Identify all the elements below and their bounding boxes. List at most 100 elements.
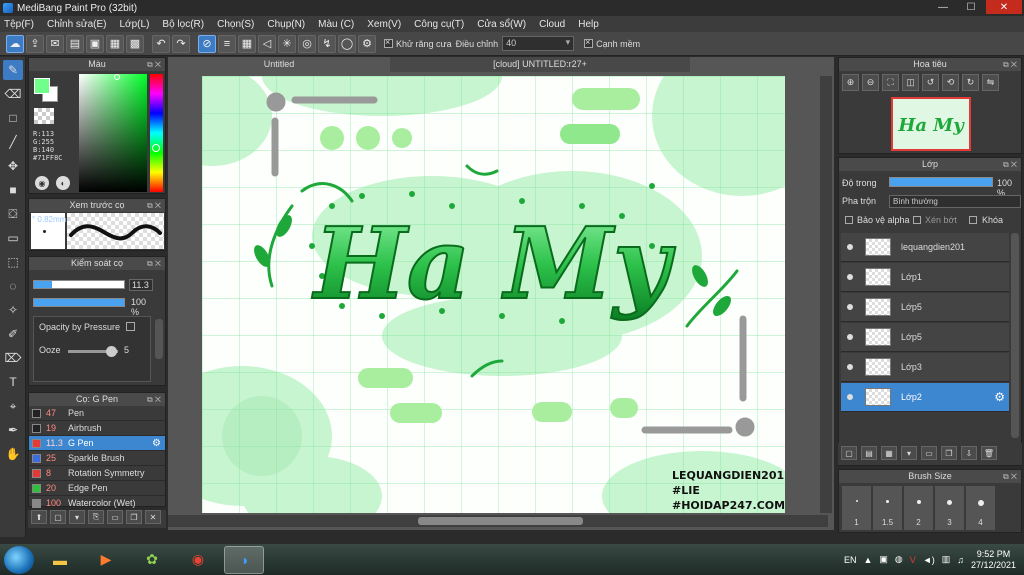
layer-row[interactable]: lequangdien201 [841, 233, 1009, 262]
divide-tool-icon[interactable]: ⌖ [3, 396, 23, 416]
opacity-pressure-checkbox[interactable] [126, 322, 135, 331]
redo-icon[interactable]: ↷ [172, 34, 190, 53]
network-icon[interactable]: ◍ [895, 554, 903, 565]
hue-slider[interactable] [150, 74, 163, 192]
layer-row[interactable]: Lớp3 [841, 353, 1009, 382]
chat-icon[interactable]: ✉ [46, 34, 64, 53]
zoom-in-icon[interactable]: ⊕ [842, 74, 859, 91]
lock-checkbox[interactable] [969, 216, 977, 224]
select-eraser-icon[interactable]: ⌦ [3, 348, 23, 368]
ooze-slider-knob[interactable] [106, 346, 117, 357]
menu-filter[interactable]: Bộ lọc(R) [162, 19, 204, 30]
shape-tool-icon[interactable]: ■ [3, 180, 23, 200]
menu-view[interactable]: Xem(V) [367, 19, 401, 30]
tab-untitled[interactable]: Untitled [168, 57, 390, 72]
layer-delete-icon[interactable]: 🗑 [981, 446, 997, 460]
undo-icon[interactable]: ↶ [152, 34, 170, 53]
brush-size-value[interactable]: 11.3 [129, 278, 153, 291]
brush-tool-icon[interactable]: ✎ [3, 60, 23, 80]
eraser-tool-icon[interactable]: ⌫ [3, 84, 23, 104]
network-status-icon[interactable]: ▥ [942, 554, 951, 565]
saturation-value-picker[interactable] [79, 74, 147, 192]
brush-size-cell[interactable]: 3 [935, 486, 964, 530]
antialias-checkbox[interactable] [384, 37, 393, 48]
layer-scrollbar[interactable] [1011, 233, 1019, 438]
page-list-icon[interactable]: ▦ [106, 34, 124, 53]
fill-tool-icon[interactable]: ⛋ [3, 204, 23, 224]
brush-list-item[interactable]: 25 Sparkle Brush [29, 451, 165, 466]
language-indicator[interactable]: EN [844, 555, 857, 565]
brush-list-item[interactable]: 47 Pen [29, 406, 165, 421]
brush-list-item[interactable]: 19 Airbrush [29, 421, 165, 436]
menu-file[interactable]: Tệp(F) [4, 19, 34, 30]
layer-row[interactable]: Lớp2 ⚙ [841, 383, 1009, 412]
menu-help[interactable]: Help [578, 19, 599, 30]
tray-v-icon[interactable]: V [910, 555, 916, 565]
fit-window-icon[interactable]: ⛶ [882, 74, 899, 91]
brush-menu-icon[interactable]: ▾ [69, 510, 85, 524]
layer-merge-icon[interactable]: ⇩ [961, 446, 977, 460]
palette-icon[interactable]: ◉ [35, 176, 49, 190]
snap-radial-icon[interactable]: ✳ [278, 34, 296, 53]
volume-icon[interactable]: ◄) [923, 555, 935, 565]
brush-list-item[interactable]: 20 Edge Pen [29, 481, 165, 496]
menu-layer[interactable]: Lớp(L) [120, 19, 150, 30]
new-halftone-layer-icon[interactable]: ▤ [861, 446, 877, 460]
brush-add-icon[interactable]: ⬆ [31, 510, 47, 524]
rotate-reset-icon[interactable]: ⟲ [942, 74, 959, 91]
canvas-horizontal-scrollbar[interactable] [168, 515, 828, 527]
rotate-left-icon[interactable]: ↺ [922, 74, 939, 91]
brush-size-cell[interactable]: 1 [842, 486, 871, 530]
start-button[interactable] [4, 545, 34, 574]
rotate-right-icon[interactable]: ↻ [962, 74, 979, 91]
gear-icon[interactable]: ⚙ [152, 438, 161, 449]
gear-icon[interactable]: ⚙ [994, 390, 1005, 404]
gradient-tool-icon[interactable]: ▭ [3, 228, 23, 248]
brush-opacity-slider[interactable] [33, 298, 125, 307]
brush-duplicate-icon[interactable]: ❐ [126, 510, 142, 524]
brush-size-cell[interactable]: 1.5 [873, 486, 902, 530]
visibility-eye-icon[interactable] [847, 244, 853, 250]
upload-icon[interactable]: ⇪ [26, 34, 44, 53]
line-tool-icon[interactable]: ╱ [3, 132, 23, 152]
magic-wand-icon[interactable]: ✧ [3, 300, 23, 320]
brush-list-item[interactable]: 100 Watercolor (Wet) [29, 496, 165, 511]
brush-size-cell[interactable]: 2 [904, 486, 933, 530]
menu-cloud[interactable]: Cloud [539, 19, 565, 30]
menu-select[interactable]: Chọn(S) [217, 19, 254, 30]
visibility-eye-icon[interactable] [847, 394, 853, 400]
tab-cloud-untitled[interactable]: [cloud] UNTITLED:r27+ [390, 57, 690, 72]
menu-window[interactable]: Cửa sổ(W) [477, 19, 526, 30]
color-history-icon[interactable]: ◐ [56, 176, 70, 190]
brush-size-cell[interactable]: 4 [966, 486, 995, 530]
snap-ellipse-icon[interactable]: ◯ [338, 34, 356, 53]
flip-icon[interactable]: ⇋ [982, 74, 999, 91]
tray-app-icon[interactable]: ▣ [879, 554, 888, 565]
new-8bit-layer-icon[interactable]: ▦ [881, 446, 897, 460]
select-tool-icon[interactable]: ⬚ [3, 252, 23, 272]
medibang-taskbar-icon[interactable]: ◑ [224, 545, 264, 574]
layer-row[interactable]: Lớp5 [841, 293, 1009, 322]
layer-menu-icon[interactable]: ▾ [901, 446, 917, 460]
cloud-icon[interactable]: ☁ [6, 34, 24, 53]
snap-cross-icon[interactable]: ▦ [238, 34, 256, 53]
snap-settings-icon[interactable]: ⚙ [358, 34, 376, 53]
app-green-icon[interactable]: ✿ [132, 546, 172, 574]
brush-delete-icon[interactable]: ✕ [145, 510, 161, 524]
visibility-eye-icon[interactable] [847, 304, 853, 310]
new-layer-icon[interactable]: ▢ [841, 446, 857, 460]
move-tool-icon[interactable]: ✥ [3, 156, 23, 176]
brush-list-item[interactable]: 11.3 G Pen ⚙ [29, 436, 165, 451]
transparent-swatch[interactable] [34, 108, 54, 124]
snap-off-icon[interactable]: ⊘ [198, 34, 216, 53]
brush-copy-icon[interactable]: ⎘ [88, 510, 104, 524]
minimize-button[interactable]: — [930, 0, 956, 14]
visibility-eye-icon[interactable] [847, 364, 853, 370]
foreground-color-swatch[interactable] [34, 78, 50, 94]
speaker-icon[interactable]: ♫ [957, 555, 964, 565]
visibility-eye-icon[interactable] [847, 334, 853, 340]
snap-vanish-icon[interactable]: ◁ [258, 34, 276, 53]
menu-color[interactable]: Màu (C) [318, 19, 354, 30]
drawing-canvas[interactable]: Ha My LEQUANGDIEN201 #LIE #HOIDAP247.COM [202, 76, 785, 513]
navigator-thumbnail[interactable]: Ha My [891, 97, 971, 151]
